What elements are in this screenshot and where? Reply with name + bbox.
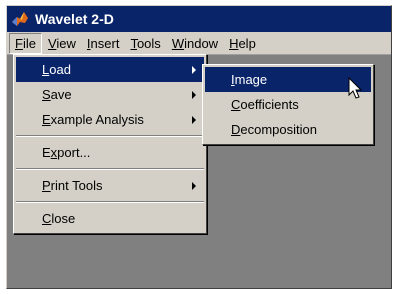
menu-item-load[interactable]: Load bbox=[16, 57, 204, 82]
menu-item-print-tools-label: rint Tools bbox=[50, 178, 103, 193]
menu-item-close-mnemonic: C bbox=[42, 211, 52, 226]
menu-file[interactable]: File bbox=[9, 32, 42, 54]
menu-item-export[interactable]: Export... bbox=[16, 140, 204, 165]
menu-separator bbox=[16, 168, 204, 170]
triangle-right-icon bbox=[192, 116, 196, 124]
menu-item-print-tools[interactable]: Print Tools bbox=[16, 173, 204, 198]
submenu-item-coefficients[interactable]: Coefficients bbox=[205, 92, 371, 117]
menu-tools[interactable]: Tools bbox=[125, 34, 165, 53]
menu-window-mnemonic: W bbox=[171, 35, 185, 51]
menu-item-load-label: oad bbox=[49, 62, 71, 77]
menu-window[interactable]: Window bbox=[167, 34, 223, 53]
menu-item-example-analysis-label: xample Analysis bbox=[50, 112, 144, 127]
menu-item-export-prefix: E bbox=[42, 145, 51, 160]
submenu-item-coefficients-label: oefficients bbox=[240, 97, 299, 112]
window-title: Wavelet 2-D bbox=[35, 11, 114, 27]
title-bar[interactable]: Wavelet 2-D bbox=[7, 6, 391, 32]
menu-item-print-tools-mnemonic: P bbox=[42, 178, 51, 193]
menu-help[interactable]: Help bbox=[224, 34, 261, 53]
menu-window-label: indow bbox=[184, 35, 219, 51]
submenu-item-image[interactable]: Image bbox=[205, 67, 371, 92]
menu-item-save[interactable]: Save bbox=[16, 82, 204, 107]
menu-file-label: ile bbox=[22, 35, 36, 51]
menu-insert-label: nsert bbox=[90, 35, 120, 51]
menu-insert[interactable]: Insert bbox=[82, 34, 125, 53]
menu-item-example-analysis[interactable]: Example Analysis bbox=[16, 107, 204, 132]
menu-item-example-analysis-mnemonic: E bbox=[42, 112, 51, 127]
menu-separator bbox=[16, 135, 204, 137]
menu-separator bbox=[16, 201, 204, 203]
menu-view-label: iew bbox=[56, 35, 76, 51]
matlab-logo-icon bbox=[12, 12, 28, 26]
menu-item-close[interactable]: Close bbox=[16, 206, 204, 231]
file-menu-dropdown: Load Save Example Analysis Export... Pri… bbox=[13, 54, 207, 234]
submenu-item-decomposition[interactable]: Decomposition bbox=[205, 117, 371, 142]
menu-tools-label: ools bbox=[136, 35, 161, 51]
menu-bar: File View Insert Tools Window Help bbox=[7, 32, 391, 55]
triangle-right-icon bbox=[192, 182, 196, 190]
triangle-right-icon bbox=[192, 66, 196, 74]
menu-item-close-label: lose bbox=[51, 211, 76, 226]
menu-view[interactable]: View bbox=[43, 34, 81, 53]
submenu-item-coefficients-mnemonic: C bbox=[231, 97, 241, 112]
submenu-item-image-label: mage bbox=[234, 72, 268, 87]
menu-help-label: elp bbox=[238, 35, 256, 51]
triangle-right-icon bbox=[192, 91, 196, 99]
menu-item-save-mnemonic: S bbox=[42, 87, 51, 102]
app-window: Wavelet 2-D File View Insert Tools Windo… bbox=[6, 5, 392, 289]
submenu-item-decomposition-label: ecomposition bbox=[240, 122, 317, 137]
submenu-item-decomposition-mnemonic: D bbox=[231, 122, 241, 137]
menu-file-mnemonic: F bbox=[15, 35, 23, 51]
menu-item-save-label: ave bbox=[50, 87, 72, 102]
mouse-pointer-icon bbox=[348, 77, 363, 99]
menu-item-export-label: port... bbox=[57, 145, 91, 160]
